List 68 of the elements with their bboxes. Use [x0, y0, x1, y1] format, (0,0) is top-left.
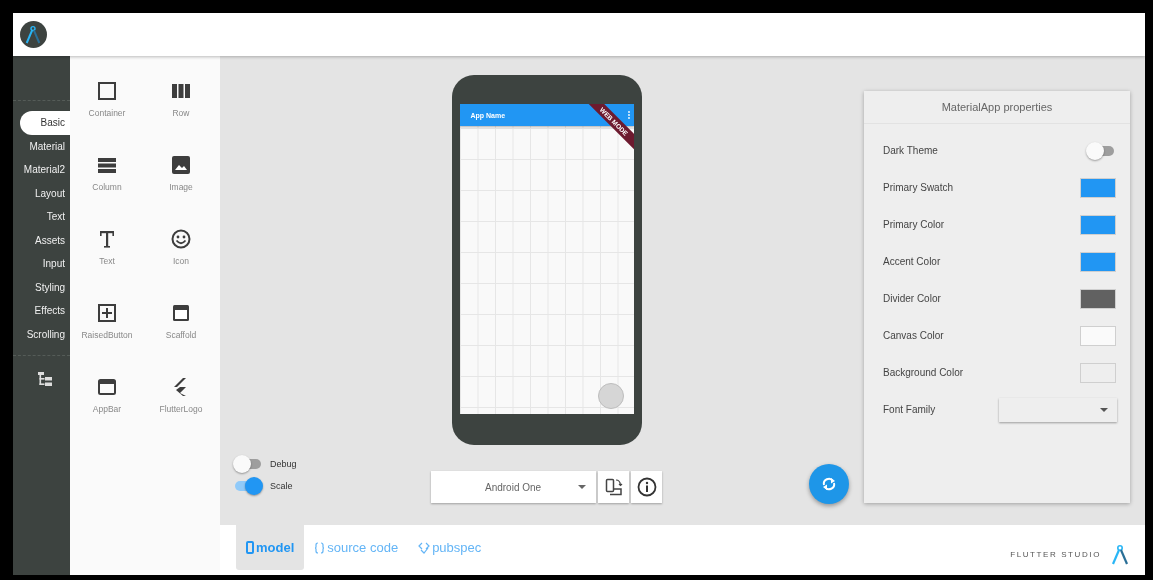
category-item[interactable]: Material — [20, 134, 70, 158]
window-icon[interactable] — [171, 303, 191, 323]
logo-icon — [20, 21, 47, 48]
toggle-switch[interactable] — [233, 477, 263, 495]
rotate-button[interactable] — [598, 471, 630, 503]
image-icon[interactable] — [171, 155, 191, 175]
letter-t-icon[interactable] — [97, 229, 117, 249]
more-vert-icon — [627, 111, 630, 119]
category-item[interactable]: Basic — [20, 111, 70, 135]
widget-label: RaisedButton — [81, 330, 133, 340]
widget-label: Row — [172, 108, 190, 118]
phone-icon — [246, 541, 254, 554]
device-dropdown[interactable]: Android One — [431, 471, 597, 503]
color-swatch[interactable] — [1080, 214, 1116, 235]
widget-label: Image — [169, 182, 193, 192]
category-item[interactable]: Effects — [20, 299, 70, 323]
square-icon[interactable] — [97, 81, 117, 101]
color-swatch[interactable] — [1080, 362, 1116, 383]
color-swatch[interactable] — [1080, 325, 1116, 346]
category-item[interactable]: Assets — [20, 228, 70, 252]
window-icon[interactable] — [97, 377, 117, 397]
tree-icon[interactable] — [37, 372, 53, 386]
property-label: Primary Color — [883, 219, 945, 230]
widget-label: AppBar — [92, 404, 122, 414]
dropdown-value: Android One — [485, 481, 542, 493]
toggle-switch[interactable] — [233, 455, 263, 473]
brand-name: FLUTTER STUDIO — [1010, 549, 1101, 559]
property-label: Divider Color — [883, 293, 941, 304]
property-label: Canvas Color — [883, 330, 944, 341]
info-icon — [636, 477, 657, 497]
property-label: Dark Theme — [883, 145, 938, 156]
category-item[interactable]: Styling — [20, 275, 70, 299]
list-icon[interactable] — [97, 155, 117, 175]
toggle-switch[interactable] — [1086, 141, 1116, 160]
toggle-label: Scale — [270, 481, 293, 491]
widget-label: Text — [99, 256, 115, 266]
caret-icon — [578, 485, 587, 489]
info-button[interactable] — [631, 471, 662, 503]
panel-title: MaterialApp properties — [864, 91, 1130, 124]
widget-label: FlutterLogo — [159, 404, 203, 414]
widget-label: Column — [92, 182, 122, 192]
braces-icon — [314, 541, 326, 554]
property-label: Primary Swatch — [883, 182, 953, 193]
widget-label: Icon — [172, 256, 190, 266]
smiley-icon[interactable] — [171, 229, 191, 249]
caret-icon — [1100, 407, 1108, 412]
plus-square-icon[interactable] — [97, 303, 117, 323]
property-label: Font Family — [883, 404, 936, 415]
compass-logo-icon — [1110, 543, 1130, 565]
color-swatch[interactable] — [1080, 177, 1116, 198]
columns-icon[interactable] — [171, 81, 191, 101]
code-icon — [418, 541, 431, 554]
category-item[interactable]: Text — [20, 205, 70, 229]
toggle-label: Debug — [270, 459, 297, 469]
category-item[interactable]: Material2 — [20, 158, 70, 182]
property-label: Accent Color — [883, 256, 941, 267]
widget-label: Container — [88, 108, 126, 118]
refresh-button[interactable] — [809, 464, 849, 504]
category-item[interactable]: Layout — [20, 181, 70, 205]
refresh-icon — [820, 475, 838, 493]
rotate-device-icon — [604, 478, 623, 496]
dropdown-field[interactable] — [999, 397, 1117, 422]
category-item[interactable]: Scrolling — [20, 322, 70, 346]
color-swatch[interactable] — [1080, 288, 1116, 309]
category-item[interactable]: Input — [20, 252, 70, 276]
widget-label: Scaffold — [165, 330, 197, 340]
color-swatch[interactable] — [1080, 251, 1116, 272]
property-label: Background Color — [883, 367, 964, 378]
